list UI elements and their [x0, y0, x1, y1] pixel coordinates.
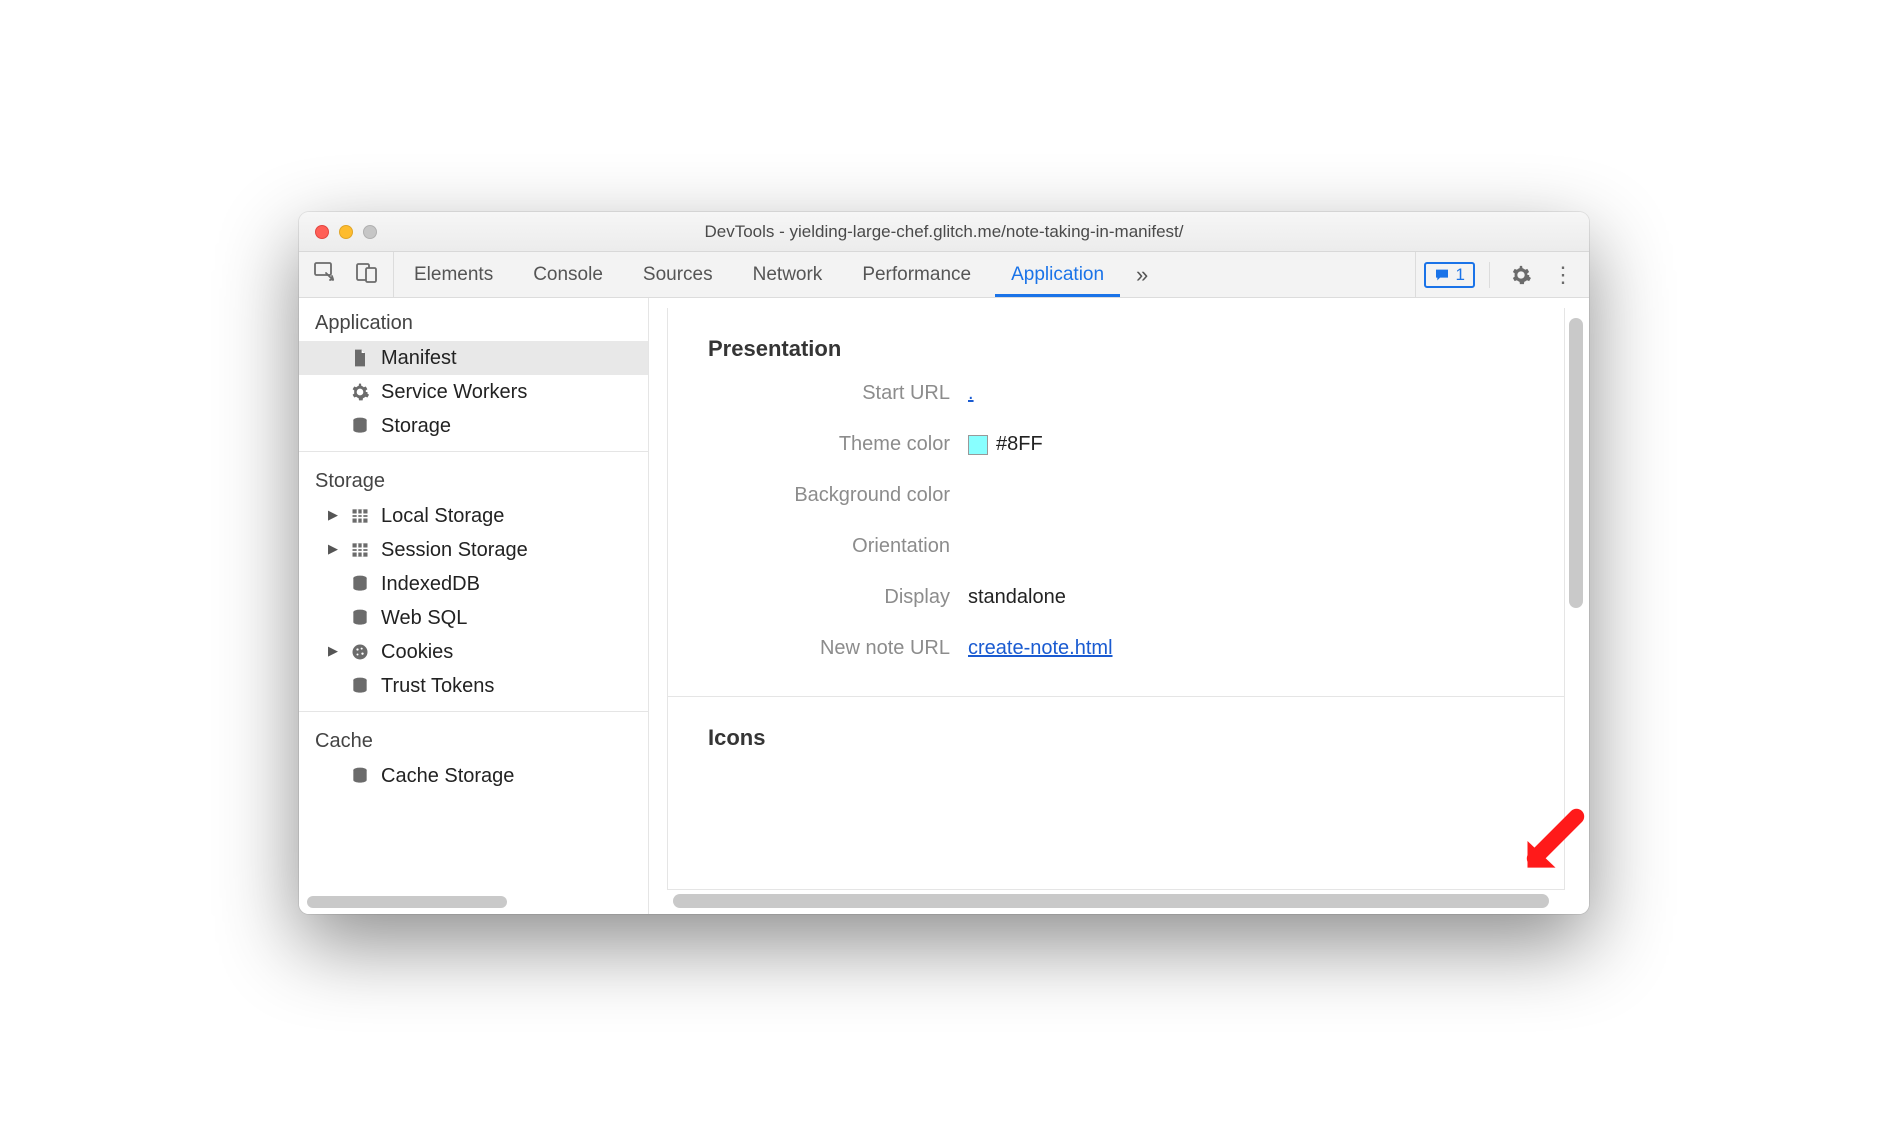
chevron-right-icon[interactable]: ▶ [327, 643, 339, 659]
sidebar-item-label: Cookies [381, 641, 453, 664]
sidebar-item-label: Web SQL [381, 607, 467, 630]
close-window-button[interactable] [315, 225, 329, 239]
sidebar-item-label: Service Workers [381, 381, 527, 404]
table-icon [349, 506, 371, 526]
field-label: Display [668, 586, 968, 609]
settings-button[interactable] [1504, 264, 1538, 286]
row-theme-color: Theme color #8FF [668, 419, 1564, 470]
devtools-window: DevTools - yielding-large-chef.glitch.me… [299, 212, 1589, 914]
row-start-url: Start URL . [668, 368, 1564, 419]
tab-elements[interactable]: Elements [394, 252, 513, 297]
table-icon [349, 540, 371, 560]
field-label: Orientation [668, 535, 968, 558]
theme-color-value: #8FF [996, 433, 1043, 456]
toolbar: Elements Console Sources Network Perform… [299, 252, 1589, 298]
sidebar-item-trust-tokens[interactable]: ▶ Trust Tokens [299, 669, 648, 703]
field-label: Theme color [668, 433, 968, 456]
row-new-note-url: New note URL create-note.html [668, 623, 1564, 674]
tab-network[interactable]: Network [733, 252, 843, 297]
sidebar-item-manifest[interactable]: ▶ Manifest [299, 341, 648, 375]
database-icon [349, 766, 371, 786]
zoom-window-button[interactable] [363, 225, 377, 239]
field-label: Background color [668, 484, 968, 507]
sidebar-item-web-sql[interactable]: ▶ Web SQL [299, 601, 648, 635]
database-icon [349, 416, 371, 436]
main-horizontal-scrollbar[interactable] [673, 894, 1549, 908]
main-vertical-scrollbar[interactable] [1569, 318, 1583, 608]
sidebar-item-cache-storage[interactable]: ▶ Cache Storage [299, 759, 648, 793]
sidebar-item-label: Local Storage [381, 505, 504, 528]
panel-tabs: Elements Console Sources Network Perform… [394, 252, 1124, 297]
window-title: DevTools - yielding-large-chef.glitch.me… [299, 222, 1589, 242]
tab-performance[interactable]: Performance [842, 252, 991, 297]
chevron-right-icon[interactable]: ▶ [327, 541, 339, 557]
tab-application[interactable]: Application [991, 252, 1124, 297]
theme-color-swatch [968, 435, 988, 455]
new-note-url-link[interactable]: create-note.html [968, 637, 1113, 660]
sidebar-item-indexeddb[interactable]: ▶ IndexedDB [299, 567, 648, 601]
gear-icon [349, 382, 371, 402]
issues-count: 1 [1456, 265, 1465, 285]
chevron-right-icon[interactable]: ▶ [327, 507, 339, 523]
minimize-window-button[interactable] [339, 225, 353, 239]
sidebar-section-cache: Cache [299, 720, 648, 759]
application-sidebar: Application ▶ Manifest ▶ Service Workers… [299, 298, 649, 914]
sidebar-item-storage-overview[interactable]: ▶ Storage [299, 409, 648, 443]
row-orientation: Orientation [668, 521, 1564, 572]
field-label: Start URL [668, 382, 968, 405]
sidebar-item-session-storage[interactable]: ▶ Session Storage [299, 533, 648, 567]
panel-body: Application ▶ Manifest ▶ Service Workers… [299, 298, 1589, 914]
sidebar-horizontal-scrollbar[interactable] [307, 896, 640, 908]
row-display: Display standalone [668, 572, 1564, 623]
sidebar-item-label: Trust Tokens [381, 675, 494, 698]
window-controls [315, 225, 377, 239]
titlebar: DevTools - yielding-large-chef.glitch.me… [299, 212, 1589, 252]
start-url-link[interactable]: . [968, 382, 974, 405]
sidebar-section-application: Application [299, 302, 648, 341]
database-icon [349, 676, 371, 696]
sidebar-item-label: Session Storage [381, 539, 528, 562]
issues-badge[interactable]: 1 [1424, 262, 1475, 288]
sidebar-item-label: Cache Storage [381, 765, 514, 788]
sidebar-section-storage: Storage [299, 460, 648, 499]
device-toolbar-icon[interactable] [355, 260, 379, 290]
inspect-element-icon[interactable] [313, 260, 337, 290]
sidebar-item-label: Manifest [381, 347, 457, 370]
tab-console[interactable]: Console [513, 252, 623, 297]
database-icon [349, 608, 371, 628]
cookie-icon [349, 642, 371, 662]
section-title-icons: Icons [668, 697, 1564, 757]
more-tabs-icon[interactable]: » [1124, 252, 1160, 297]
more-menu-icon[interactable]: ⋮ [1546, 262, 1581, 288]
section-title-presentation: Presentation [668, 308, 1564, 368]
speech-bubble-icon [1434, 267, 1450, 283]
sidebar-item-label: IndexedDB [381, 573, 480, 596]
database-icon [349, 574, 371, 594]
tab-sources[interactable]: Sources [623, 252, 733, 297]
manifest-panel: Presentation Start URL . Theme color #8F… [649, 298, 1589, 914]
sidebar-item-service-workers[interactable]: ▶ Service Workers [299, 375, 648, 409]
sidebar-item-label: Storage [381, 415, 451, 438]
row-background-color: Background color [668, 470, 1564, 521]
file-icon [349, 348, 371, 368]
field-label: New note URL [668, 637, 968, 660]
sidebar-item-local-storage[interactable]: ▶ Local Storage [299, 499, 648, 533]
display-value: standalone [968, 586, 1066, 609]
sidebar-item-cookies[interactable]: ▶ Cookies [299, 635, 648, 669]
